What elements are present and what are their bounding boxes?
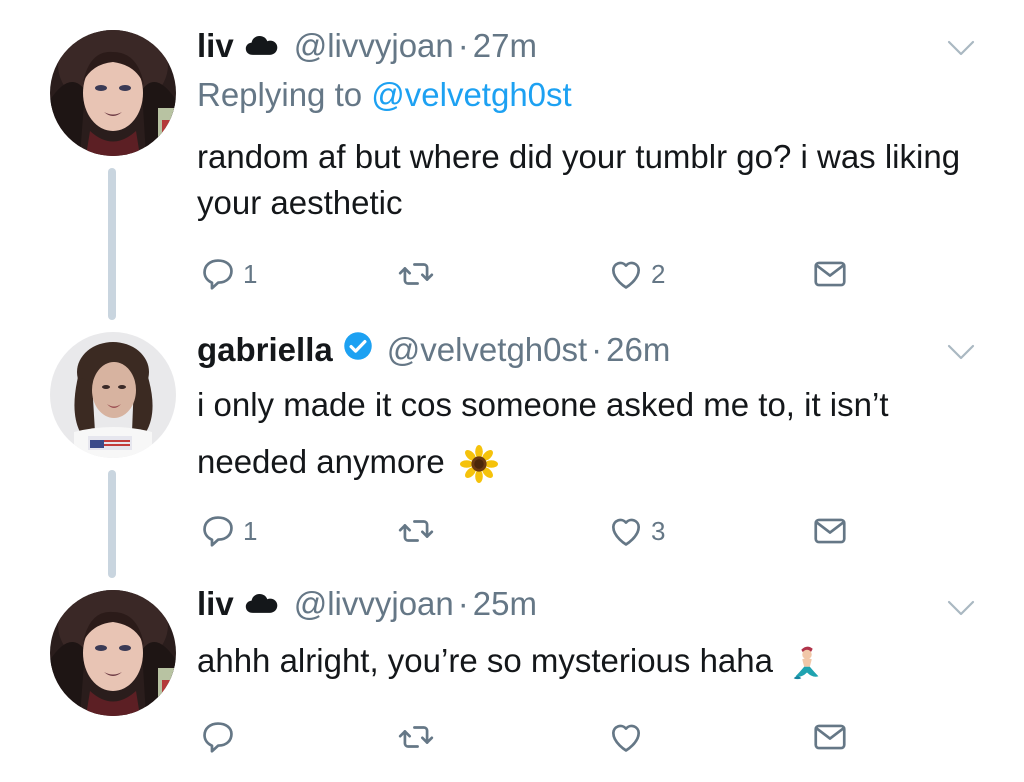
user-handle[interactable]: @livvyjoan: [294, 585, 454, 623]
reply-count: 1: [243, 258, 258, 289]
reply-count: 1: [243, 515, 258, 546]
timestamp[interactable]: 27m: [473, 27, 537, 65]
sunflower-emoji: [459, 445, 498, 484]
like-count: 3: [651, 515, 666, 546]
cloud-icon: [244, 585, 280, 623]
chevron-down-icon[interactable]: [946, 38, 976, 58]
like-button[interactable]: [607, 716, 651, 758]
tweet-2: gabriella @velvetgh0st · 26m i only made…: [0, 320, 1024, 578]
tweet-3: liv @livvyjoan · 25m ahhh alright, you’r…: [0, 578, 1024, 782]
display-name[interactable]: gabriella: [197, 331, 333, 369]
replying-to-label: Replying to: [197, 76, 372, 113]
like-icon: [607, 255, 645, 293]
tweet-text: random af but where did your tumblr go? …: [197, 138, 961, 221]
direct-message-icon: [811, 512, 849, 550]
direct-message-button[interactable]: [811, 510, 849, 552]
separator: ·: [591, 331, 603, 368]
user-handle[interactable]: @velvetgh0st: [387, 331, 587, 369]
display-name[interactable]: liv: [197, 585, 234, 623]
reply-button[interactable]: [199, 716, 243, 758]
user-handle[interactable]: @livvyjoan: [294, 27, 454, 65]
thread-line: [108, 470, 116, 578]
retweet-button[interactable]: [397, 716, 441, 758]
tweet-actions: 1 3: [197, 510, 857, 552]
mermaid-emoji: [793, 646, 819, 680]
chevron-down-icon[interactable]: [946, 598, 976, 618]
avatar[interactable]: [50, 30, 176, 156]
tweet-text-content: i only made it cos someone asked me to, …: [197, 386, 889, 480]
display-name[interactable]: liv: [197, 27, 234, 65]
tweet-actions: [197, 716, 857, 758]
retweet-icon: [397, 255, 435, 293]
direct-message-icon: [811, 255, 849, 293]
direct-message-button[interactable]: [811, 716, 849, 758]
thread-line: [108, 168, 116, 320]
timestamp[interactable]: 26m: [606, 331, 670, 369]
direct-message-icon: [811, 718, 849, 756]
retweet-icon: [397, 512, 435, 550]
replying-to-handle[interactable]: @velvetgh0st: [371, 76, 571, 113]
tweet-header: liv @livvyjoan · 27m: [197, 24, 537, 68]
timestamp[interactable]: 25m: [473, 585, 537, 623]
direct-message-button[interactable]: [811, 253, 849, 295]
replying-to: Replying to @velvetgh0st: [197, 76, 572, 114]
like-icon: [607, 718, 645, 756]
retweet-button[interactable]: [397, 510, 441, 552]
chevron-down-icon[interactable]: [946, 342, 976, 362]
like-icon: [607, 512, 645, 550]
like-count: 2: [651, 258, 666, 289]
tweet-header: liv @livvyjoan · 25m: [197, 582, 537, 626]
verified-badge-icon: [343, 331, 373, 369]
like-button[interactable]: 2: [607, 253, 665, 295]
tweet-text: ahhh alright, you’re so mysterious haha: [197, 638, 977, 684]
retweet-icon: [397, 718, 435, 756]
reply-icon: [199, 255, 237, 293]
like-button[interactable]: 3: [607, 510, 665, 552]
tweet-text: i only made it cos someone asked me to, …: [197, 376, 977, 490]
tweet-1: liv @livvyjoan · 27m Replying to @velvet…: [0, 0, 1024, 320]
avatar[interactable]: [50, 590, 176, 716]
tweet-text-content: ahhh alright, you’re so mysterious haha: [197, 642, 773, 679]
tweet-header: gabriella @velvetgh0st · 26m: [197, 328, 670, 372]
separator: ·: [457, 27, 469, 64]
tweet-actions: 1 2: [197, 253, 857, 295]
cloud-icon: [244, 27, 280, 65]
retweet-button[interactable]: [397, 253, 441, 295]
reply-icon: [199, 718, 237, 756]
separator: ·: [457, 585, 469, 622]
reply-icon: [199, 512, 237, 550]
reply-button[interactable]: 1: [199, 510, 257, 552]
avatar[interactable]: [50, 332, 176, 458]
reply-button[interactable]: 1: [199, 253, 257, 295]
